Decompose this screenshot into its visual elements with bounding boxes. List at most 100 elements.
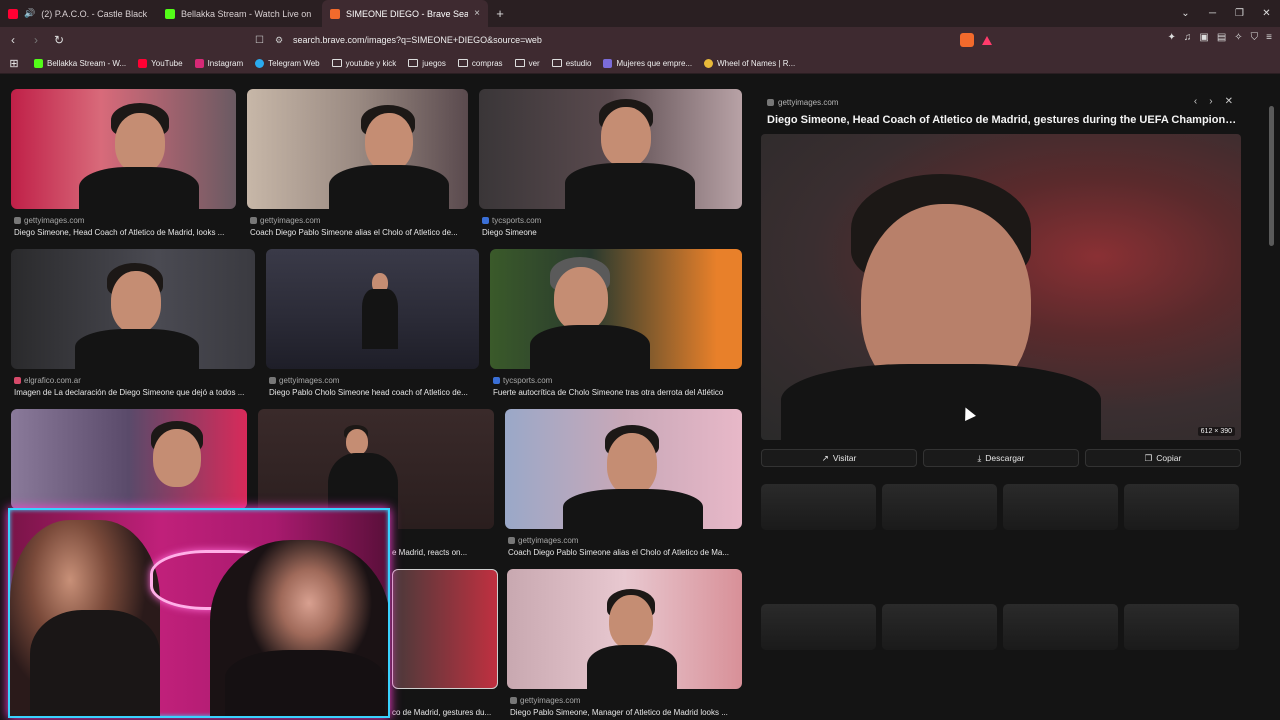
scrollbar-thumb[interactable]	[1269, 106, 1274, 246]
source-label: gettyimages.com	[520, 696, 581, 705]
gettyimages-icon	[510, 697, 517, 704]
youtube-icon	[138, 58, 148, 68]
close-window-icon[interactable]: ✕	[1253, 8, 1280, 19]
close-tab-icon[interactable]: ×	[474, 8, 480, 19]
result-caption[interactable]: Diego Simeone	[482, 228, 740, 237]
window-controls: ⌄ ─ ❐ ✕	[1172, 0, 1280, 27]
preview-image[interactable]: 612 × 390	[761, 134, 1241, 440]
bookmark-telegram[interactable]: Telegram Web	[249, 58, 325, 68]
result-source[interactable]: gettyimages.com	[14, 216, 84, 225]
media-icon[interactable]: ♫	[1184, 32, 1192, 43]
result-source[interactable]: elgrafico.com.ar	[14, 376, 81, 385]
toolbar-icons: ✦ ♫ ▣ ▤ ✧ ⛉ ≡	[1167, 32, 1272, 43]
result-thumbnail[interactable]	[479, 89, 742, 209]
bookmark-folder-estudio[interactable]: estudio	[546, 59, 598, 68]
tab-brave-search[interactable]: SIMEONE DIEGO - Brave Search ×	[322, 0, 488, 27]
result-thumbnail[interactable]	[490, 249, 742, 369]
result-thumbnail[interactable]	[507, 569, 742, 689]
result-caption[interactable]: Imagen de La declaración de Diego Simeon…	[14, 388, 256, 397]
result-thumbnail[interactable]	[505, 409, 742, 529]
source-label: gettyimages.com	[260, 216, 321, 225]
site-info-icon[interactable]: ⚙	[275, 35, 293, 46]
related-placeholder	[1124, 484, 1239, 530]
apps-grid-icon[interactable]: ⊞	[0, 57, 28, 70]
menu-icon[interactable]: ≡	[1266, 32, 1272, 43]
bookmark-mujeres[interactable]: Mujeres que empre...	[597, 58, 698, 68]
forward-icon[interactable]: ›	[26, 33, 46, 47]
download-button[interactable]: ⤓ Descargar	[923, 449, 1079, 467]
new-tab-button[interactable]: +	[488, 6, 512, 21]
back-icon[interactable]: ‹	[3, 33, 23, 47]
preview-source[interactable]: gettyimages.com	[767, 98, 838, 107]
bookmark-youtube[interactable]: YouTube	[132, 58, 188, 68]
bookmark-label: Instagram	[207, 58, 244, 68]
result-caption[interactable]: Fuerte autocrítica de Cholo Simeone tras…	[493, 388, 742, 397]
result-thumbnail[interactable]	[247, 89, 468, 209]
audio-icon[interactable]: 🔊	[24, 8, 35, 19]
preview-source-label: gettyimages.com	[778, 98, 839, 107]
gettyimages-icon	[250, 217, 257, 224]
image-preview-panel: gettyimages.com ‹ › ✕ Diego Simeone, Hea…	[755, 88, 1247, 720]
result-source[interactable]: gettyimages.com	[269, 376, 339, 385]
folder-icon	[514, 59, 525, 67]
result-source[interactable]: gettyimages.com	[510, 696, 580, 705]
bookmark-label: compras	[471, 58, 503, 68]
result-source[interactable]: gettyimages.com	[508, 536, 578, 545]
vpn-icon[interactable]: ⛉	[1251, 32, 1259, 43]
bookmark-folder-compras[interactable]: compras	[452, 59, 509, 68]
result-caption[interactable]: e Madrid, reacts on...	[392, 548, 494, 557]
tab-kick[interactable]: Bellakka Stream - Watch Live on Kick	[157, 0, 322, 27]
result-source[interactable]: gettyimages.com	[250, 216, 320, 225]
tab-title: SIMEONE DIEGO - Brave Search	[346, 8, 469, 19]
result-caption[interactable]: Diego Simeone, Head Coach of Atletico de…	[14, 228, 236, 237]
kick-icon	[165, 8, 175, 19]
brave-shields-icon[interactable]	[960, 33, 974, 47]
result-caption[interactable]: Coach Diego Pablo Simeone alias el Cholo…	[250, 228, 468, 237]
related-placeholder	[882, 484, 997, 530]
bookmark-bellakka[interactable]: Bellakka Stream - W...	[28, 58, 132, 68]
reload-icon[interactable]: ↻	[49, 33, 69, 47]
bookmark-instagram[interactable]: Instagram	[189, 58, 250, 68]
wallet-icon[interactable]: ▤	[1217, 32, 1226, 43]
result-caption[interactable]: Diego Pablo Cholo Simeone head coach of …	[269, 388, 479, 397]
next-icon[interactable]: ›	[1209, 96, 1212, 107]
minimize-icon[interactable]: ─	[1199, 8, 1226, 19]
bookmark-icon[interactable]: ☐	[255, 35, 275, 46]
leo-icon[interactable]: ✧	[1234, 32, 1242, 43]
address-bar[interactable]: ☐ ⚙ search.brave.com/images?q=SIMEONE+DI…	[255, 30, 1000, 50]
source-label: tycsports.com	[503, 376, 553, 385]
tab-search-icon[interactable]: ⌄	[1172, 8, 1199, 19]
close-icon[interactable]: ✕	[1225, 96, 1233, 107]
visit-button[interactable]: ↗ Visitar	[761, 449, 917, 467]
result-thumbnail[interactable]	[11, 409, 247, 509]
maximize-icon[interactable]: ❐	[1226, 8, 1253, 19]
result-caption[interactable]: Diego Pablo Simeone, Manager of Atletico…	[510, 708, 742, 717]
bookmark-wheel[interactable]: Wheel of Names | R...	[698, 58, 801, 68]
external-link-icon: ↗	[821, 452, 829, 463]
bookmarks-bar: ⊞ Bellakka Stream - W... YouTube Instagr…	[0, 53, 1280, 74]
tab-youtube[interactable]: 🔊 (2) P.A.C.O. - Castle Black - YouT	[0, 0, 157, 27]
result-caption[interactable]: Coach Diego Pablo Simeone alias el Cholo…	[508, 548, 742, 557]
result-thumbnail[interactable]	[11, 249, 255, 369]
bookmark-folder-youtube-kick[interactable]: youtube y kick	[326, 59, 403, 68]
result-source[interactable]: tycsports.com	[493, 376, 552, 385]
related-placeholder	[761, 484, 876, 530]
source-label: gettyimages.com	[24, 216, 85, 225]
result-thumbnail[interactable]	[266, 249, 479, 369]
url-text[interactable]: search.brave.com/images?q=SIMEONE+DIEGO&…	[293, 35, 960, 45]
tab-bar: 🔊 (2) P.A.C.O. - Castle Black - YouT Bel…	[0, 0, 1280, 27]
sidebar-icon[interactable]: ▣	[1199, 32, 1208, 43]
result-source[interactable]: tycsports.com	[482, 216, 541, 225]
result-thumbnail[interactable]	[392, 569, 498, 689]
extensions-icon[interactable]: ✦	[1167, 32, 1175, 43]
copy-button[interactable]: ❐ Copiar	[1085, 449, 1241, 467]
bookmark-folder-juegos[interactable]: juegos	[402, 59, 452, 68]
bookmark-folder-ver[interactable]: ver	[509, 59, 546, 68]
result-thumbnail[interactable]	[11, 89, 236, 209]
preview-title[interactable]: Diego Simeone, Head Coach of Atletico de…	[767, 114, 1237, 126]
scrollbar[interactable]	[1268, 82, 1276, 712]
result-caption[interactable]: co de Madrid, gestures du...	[392, 708, 498, 717]
folder-icon	[331, 59, 342, 67]
previous-icon[interactable]: ‹	[1194, 96, 1197, 107]
brave-rewards-icon[interactable]	[982, 35, 992, 45]
